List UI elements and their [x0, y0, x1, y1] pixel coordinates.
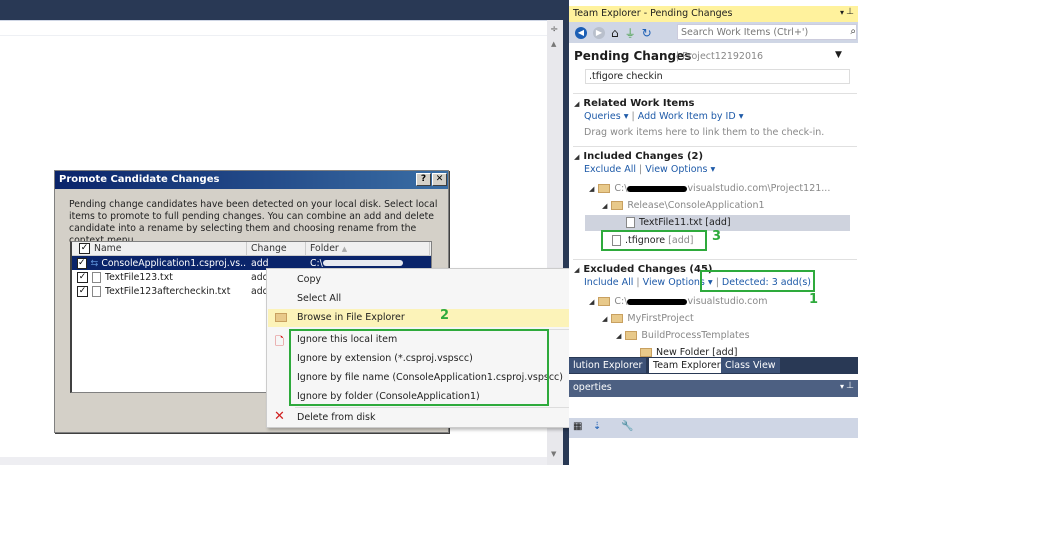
scroll-up-icon[interactable]: ▲: [551, 40, 556, 48]
add-work-item-link[interactable]: Add Work Item by ID: [638, 111, 736, 122]
include-all-link[interactable]: Include All: [584, 277, 633, 288]
tab-solution-explorer[interactable]: lution Explorer: [569, 358, 647, 373]
annotation-number-2: 2: [440, 308, 450, 323]
page-title: Pending Changes: [574, 49, 692, 63]
file-icon: [626, 217, 635, 228]
tree-item[interactable]: TextFile11.txt [add]: [626, 217, 731, 228]
folder-icon: [640, 347, 652, 357]
scroll-down-icon[interactable]: ▼: [551, 450, 556, 458]
file-icon: [92, 285, 101, 297]
select-all-checkbox[interactable]: ✓: [79, 243, 90, 254]
pin-icon[interactable]: ⊥: [846, 7, 854, 17]
annotation-number-1: 1: [809, 292, 819, 307]
item-checkbox[interactable]: ✓: [77, 285, 88, 297]
comment-input[interactable]: .tfigore checkin: [585, 69, 850, 84]
context-menu: Copy Select All Browse in File Explorer …: [266, 268, 583, 428]
tool-window-tabs: lution Explorer Team Explorer Class View: [569, 357, 858, 374]
file-icon: [92, 271, 101, 283]
categorized-icon[interactable]: ▦: [573, 421, 582, 432]
menu-separator: [295, 407, 581, 408]
dropdown-icon[interactable]: ▾: [840, 8, 844, 17]
dialog-title: Promote Candidate Changes: [55, 171, 448, 189]
related-work-items-header[interactable]: ◢ Related Work Items: [574, 98, 695, 109]
queries-link[interactable]: Queries: [584, 111, 621, 122]
item-checkbox[interactable]: ✓: [77, 257, 87, 269]
search-work-items-input[interactable]: Search Work Items (Ctrl+'): [677, 24, 857, 40]
item-checkbox[interactable]: ✓: [77, 271, 88, 283]
annotation-box-1: [700, 270, 815, 292]
alphabetical-icon[interactable]: ⇣: [593, 421, 601, 432]
exclude-all-link[interactable]: Exclude All: [584, 164, 636, 175]
drag-hint: Drag work items here to link them to the…: [584, 127, 825, 138]
properties-toolbar: ▦ ⇣ 🔧: [569, 418, 858, 438]
view-options-link[interactable]: View Options: [643, 277, 705, 288]
annotation-box-3: [601, 230, 707, 251]
annotation-number-3: 3: [712, 229, 722, 244]
team-explorer-panel: Team Explorer - Pending Changes ▾ ⊥ ◀ ▶ …: [569, 0, 858, 465]
back-icon[interactable]: ◀: [575, 26, 587, 39]
excluded-changes-header[interactable]: ◢ Excluded Changes (45): [574, 264, 712, 275]
list-header: ✓ Name Change Folder ▲: [72, 242, 431, 256]
folder-icon: [625, 331, 638, 340]
tree-item[interactable]: ◢ Release\ConsoleApplication1: [602, 200, 765, 211]
refresh-icon[interactable]: ↻: [642, 26, 652, 40]
title-bar: [0, 0, 568, 20]
folder-icon: [611, 314, 624, 323]
tab-team-explorer[interactable]: Team Explorer: [649, 358, 725, 373]
tree-item[interactable]: ◢ BuildProcessTemplates: [616, 330, 750, 341]
horizontal-scrollbar[interactable]: [0, 457, 547, 465]
ignore-file-icon: 🗋: [275, 335, 284, 348]
tree-item[interactable]: ◢ C:\ visualstudio.com\Project121...: [589, 183, 830, 194]
folder-icon: [598, 184, 611, 193]
view-options-link[interactable]: View Options: [645, 164, 707, 175]
pin-icon[interactable]: ⊥: [846, 381, 854, 391]
folder-icon: [275, 313, 287, 322]
column-change[interactable]: Change: [247, 242, 306, 255]
dropdown-icon[interactable]: ▾: [840, 382, 844, 391]
properties-header: operties ▾ ⊥: [569, 380, 858, 397]
folder-icon: [598, 297, 611, 306]
panel-title: Team Explorer - Pending Changes ▾ ⊥: [569, 6, 858, 22]
help-button[interactable]: ?: [416, 173, 431, 186]
tree-item[interactable]: ◢ C:\ visualstudio.com: [589, 296, 767, 307]
included-changes-header[interactable]: ◢ Included Changes (2): [574, 151, 703, 162]
column-name[interactable]: Name: [94, 243, 121, 254]
project-name[interactable]: | Project12192016: [676, 51, 763, 62]
menu-item-select-all[interactable]: Select All: [297, 293, 341, 304]
page-dropdown-icon[interactable]: ▼: [835, 50, 842, 60]
tree-item[interactable]: New Folder [add]: [640, 347, 737, 357]
toolbar: ◀ ▶ ⌂ ⏚ ↻ Search Work Items (Ctrl+') ⌕: [569, 22, 858, 43]
split-icon[interactable]: ÷: [550, 24, 558, 35]
tab-class-view[interactable]: Class View: [721, 358, 780, 373]
property-pages-icon[interactable]: 🔧: [621, 421, 633, 432]
menu-item-copy[interactable]: Copy: [297, 274, 321, 285]
annotation-box-2: [289, 329, 549, 406]
menu-item-browse-in-file-explorer[interactable]: Browse in File Explorer: [297, 312, 405, 323]
delete-icon: ✕: [274, 409, 285, 424]
column-folder[interactable]: Folder ▲: [306, 242, 430, 255]
forward-icon[interactable]: ▶: [593, 26, 605, 39]
project-file-icon: ⇆: [90, 257, 99, 269]
connect-icon[interactable]: ⏚: [625, 25, 636, 41]
menu-item-delete-from-disk[interactable]: Delete from disk: [297, 412, 375, 423]
search-icon[interactable]: ⌕: [850, 26, 856, 37]
dialog-description: Pending change candidates have been dete…: [69, 199, 438, 246]
tree-item[interactable]: ◢ MyFirstProject: [602, 313, 694, 324]
home-icon[interactable]: ⌂: [611, 26, 619, 40]
close-button[interactable]: ✕: [432, 173, 447, 186]
folder-icon: [611, 201, 624, 210]
